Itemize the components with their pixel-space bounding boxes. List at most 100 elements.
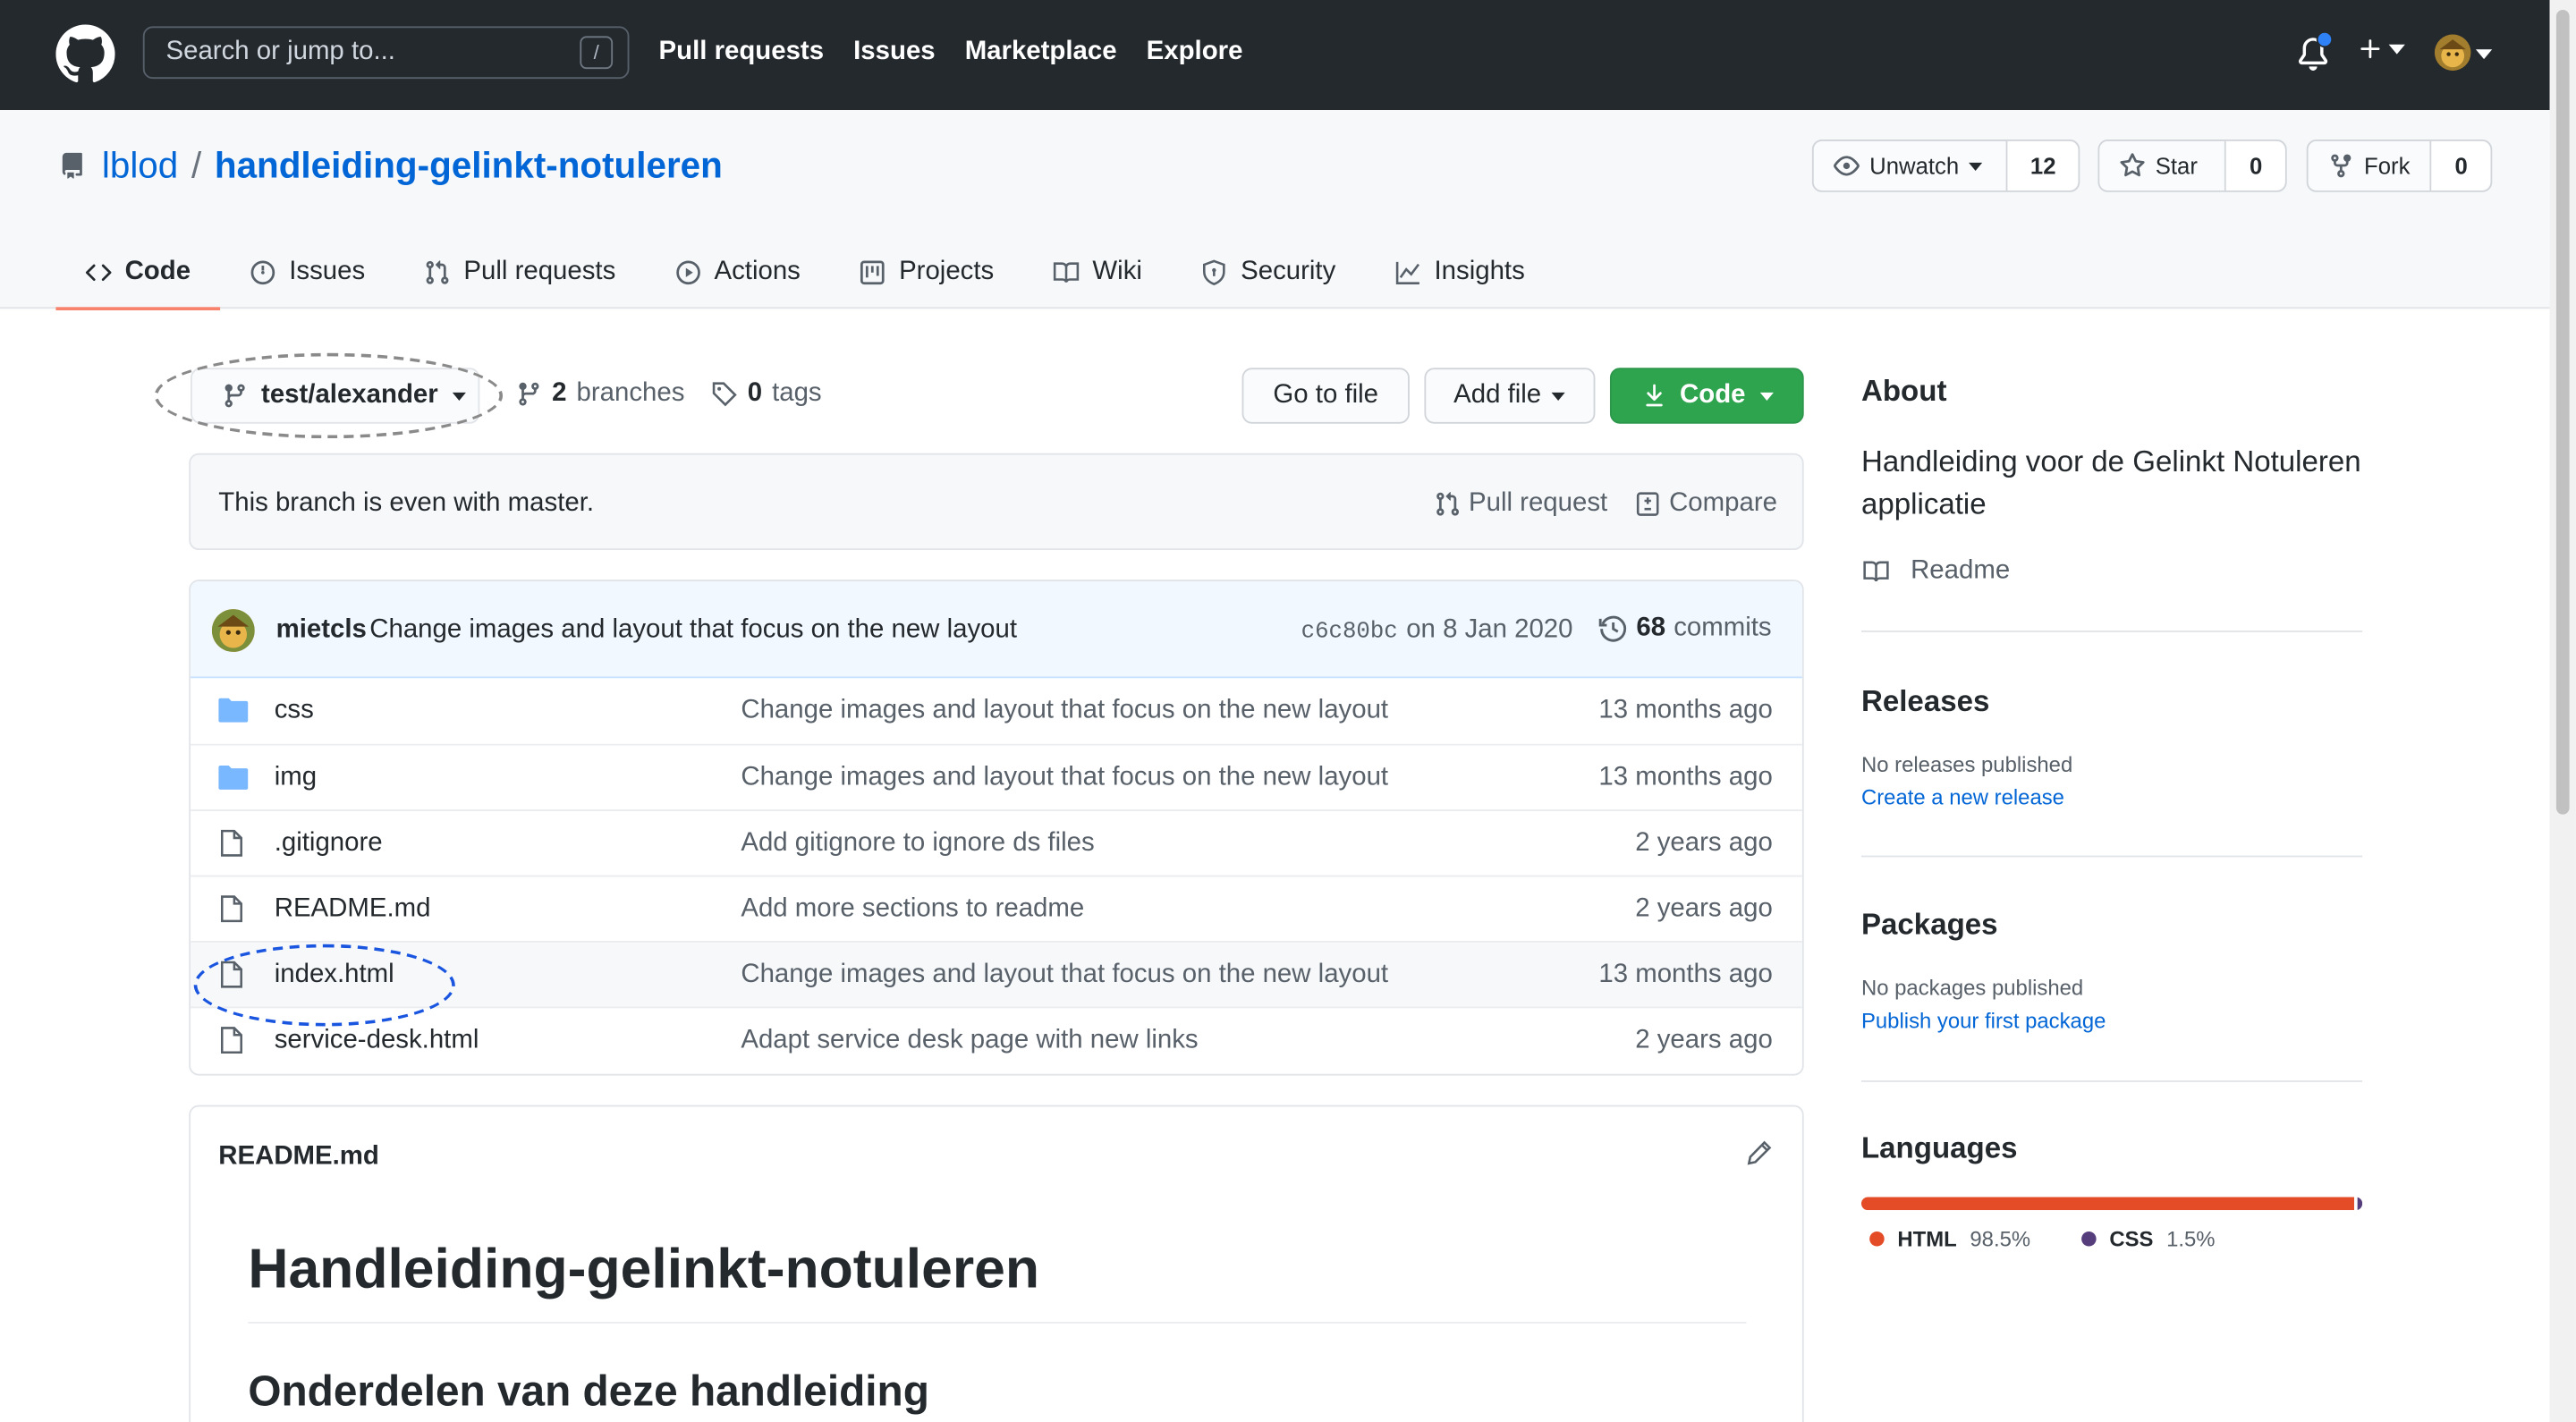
compare-link[interactable]: Compare: [1635, 489, 1777, 519]
create-release-link[interactable]: Create a new release: [1861, 785, 2064, 810]
fork-icon: [2331, 154, 2351, 178]
branch-select-button[interactable]: test/alexander: [191, 368, 480, 424]
tab-code[interactable]: Code: [55, 235, 221, 311]
file-row-service-desk[interactable]: service-desk.html Adapt service desk pag…: [191, 1006, 1802, 1071]
tab-issues[interactable]: Issues: [220, 235, 394, 309]
file-name[interactable]: img: [275, 764, 317, 793]
add-file-button[interactable]: Add file: [1424, 368, 1596, 424]
file-age: 13 months ago: [1598, 696, 1773, 724]
nav-marketplace[interactable]: Marketplace: [965, 38, 1117, 67]
forks-count[interactable]: 0: [2432, 140, 2491, 190]
file-row-css[interactable]: css Change images and layout that focus …: [191, 678, 1802, 743]
repo-icon: [62, 152, 82, 179]
pencil-icon[interactable]: [1746, 1139, 1772, 1165]
commit-sha[interactable]: c6c80bc: [1301, 619, 1398, 645]
repo-title-separator: /: [191, 144, 202, 186]
branches-link[interactable]: 2 branches: [516, 379, 685, 409]
packages-title[interactable]: Packages: [1861, 908, 1998, 943]
file-commit-message[interactable]: Adapt service desk page with new links: [741, 1027, 1198, 1056]
commit-message[interactable]: Change images and layout that focus on t…: [369, 616, 1017, 646]
create-new-dropdown[interactable]: [2358, 36, 2405, 62]
global-header: Search or jump to... / Pull requests Iss…: [0, 0, 2550, 111]
file-name[interactable]: service-desk.html: [275, 1027, 479, 1056]
nav-issues[interactable]: Issues: [853, 38, 935, 67]
tab-actions[interactable]: Actions: [645, 235, 830, 309]
file-browser: mietcls Change images and layout that fo…: [189, 580, 1804, 1076]
readme-heading: Handleiding-gelinkt-notuleren: [248, 1238, 1747, 1324]
watchers-count[interactable]: 12: [2008, 140, 2079, 190]
user-avatar[interactable]: [2434, 34, 2471, 71]
file-row-gitignore[interactable]: .gitignore Add gitignore to ignore ds fi…: [191, 809, 1802, 875]
file-commit-message[interactable]: Change images and layout that focus on t…: [741, 961, 1388, 990]
language-html[interactable]: HTML 98.5%: [1869, 1226, 2030, 1251]
go-to-file-button[interactable]: Go to file: [1241, 368, 1410, 424]
about-title: About: [1860, 374, 1947, 408]
book-icon: [1863, 561, 1889, 582]
repo-name-link[interactable]: handleiding-gelinkt-notuleren: [215, 145, 723, 188]
file-row-img[interactable]: img Change images and layout that focus …: [191, 743, 1802, 809]
code-download-button[interactable]: Code: [1609, 368, 1804, 424]
issue-icon: [250, 259, 275, 284]
go-to-file-label: Go to file: [1273, 380, 1379, 410]
publish-package-link[interactable]: Publish your first package: [1861, 1008, 2106, 1033]
diff-icon: [1636, 492, 1659, 516]
file-commit-message[interactable]: Change images and layout that focus on t…: [741, 696, 1388, 725]
tab-security-label: Security: [1241, 257, 1336, 285]
search-input[interactable]: Search or jump to... /: [142, 26, 630, 80]
repo-header: lblod / handleiding-gelinkt-notuleren Un…: [0, 110, 2550, 311]
nav-pull-requests[interactable]: Pull requests: [659, 38, 825, 67]
author-avatar[interactable]: [211, 609, 255, 652]
pull-request-link[interactable]: Pull request: [1434, 489, 1607, 519]
branches-label: branches: [576, 379, 685, 408]
star-button[interactable]: Star: [2099, 140, 2227, 190]
file-name[interactable]: README.md: [275, 895, 431, 925]
tab-projects-label: Projects: [899, 257, 995, 285]
scrollbar-thumb[interactable]: [2555, 10, 2570, 815]
file-row-readme[interactable]: README.md Add more sections to readme 2 …: [191, 875, 1802, 941]
fork-button[interactable]: Fork: [2309, 140, 2433, 190]
search-shortcut-hint: /: [580, 36, 614, 70]
code-button-label: Code: [1680, 380, 1746, 410]
unwatch-button[interactable]: Unwatch: [1814, 140, 2009, 190]
stars-count[interactable]: 0: [2226, 140, 2285, 190]
nav-explore[interactable]: Explore: [1147, 38, 1243, 67]
code-icon: [85, 263, 112, 281]
releases-title[interactable]: Releases: [1861, 685, 1989, 720]
packages-empty-text: No packages published: [1860, 975, 2084, 1001]
commit-author[interactable]: mietcls: [276, 616, 367, 646]
language-dot: [1869, 1232, 1885, 1247]
github-logo-icon[interactable]: [55, 24, 115, 84]
tab-security[interactable]: Security: [1172, 235, 1365, 309]
file-commit-message[interactable]: Add more sections to readme: [741, 895, 1084, 925]
repo-tabs: Code Issues Pull requests Actions Projec…: [55, 235, 1554, 311]
readme-link[interactable]: Readme: [1861, 556, 2010, 586]
tags-label: tags: [772, 379, 822, 408]
file-age: 2 years ago: [1635, 1026, 1773, 1054]
file-commit-message[interactable]: Add gitignore to ignore ds files: [741, 829, 1094, 859]
tab-insights[interactable]: Insights: [1365, 235, 1554, 309]
tab-pull-requests[interactable]: Pull requests: [394, 235, 645, 309]
tab-pull-requests-label: Pull requests: [463, 257, 616, 285]
current-branch-label: test/alexander: [261, 380, 438, 410]
file-name[interactable]: css: [275, 696, 314, 725]
tab-wiki[interactable]: Wiki: [1023, 235, 1172, 309]
language-css[interactable]: CSS 1.5%: [2081, 1226, 2216, 1251]
language-bar-html: [1860, 1197, 2355, 1211]
repo-owner-link[interactable]: lblod: [102, 145, 178, 188]
page-scrollbar[interactable]: [2549, 0, 2576, 1422]
tag-icon: [712, 382, 737, 407]
fork-button-group: Fork 0: [2306, 140, 2493, 192]
file-commit-message[interactable]: Change images and layout that focus on t…: [741, 764, 1388, 793]
file-name[interactable]: .gitignore: [275, 829, 383, 859]
file-row-index-html[interactable]: index.html Change images and layout that…: [191, 941, 1802, 1007]
readme-filename[interactable]: README.md: [218, 1143, 379, 1172]
commits-history-link[interactable]: 68 commits: [1598, 614, 1772, 644]
file-icon: [220, 829, 242, 857]
watch-button-group: Unwatch 12: [1811, 140, 2080, 192]
tags-link[interactable]: 0 tags: [711, 379, 822, 409]
file-name[interactable]: index.html: [275, 961, 394, 990]
language-dot: [2081, 1232, 2097, 1247]
tab-projects[interactable]: Projects: [830, 235, 1023, 309]
avatar-caret-icon[interactable]: [2475, 49, 2493, 60]
file-age: 13 months ago: [1598, 961, 1773, 989]
